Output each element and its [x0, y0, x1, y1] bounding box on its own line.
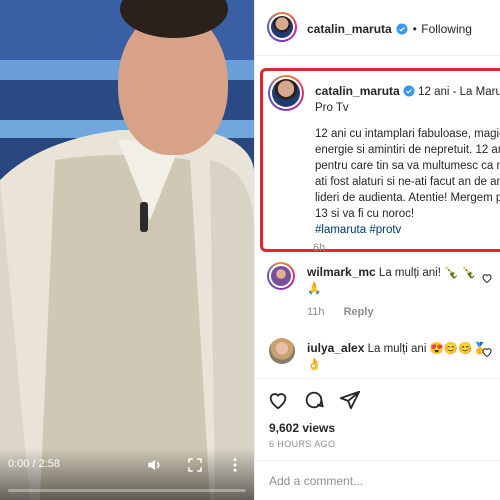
comment-icon[interactable] — [303, 389, 325, 411]
share-icon[interactable] — [339, 389, 361, 411]
video-controls: 0:00 / 2:58 — [0, 448, 254, 500]
post-time: 6 HOURS AGO — [269, 439, 336, 449]
video-player[interactable]: 0:00 / 2:58 — [0, 0, 254, 500]
verified-icon — [403, 85, 415, 97]
author-avatar — [271, 16, 293, 38]
views-count: 9,602 views — [269, 421, 336, 435]
following-button[interactable]: Following — [421, 22, 472, 36]
caption-body: 12 ani cu intamplari fabuloase, magie, e… — [315, 128, 500, 236]
caption-hashtags[interactable]: #lamaruta #protv — [315, 224, 401, 236]
post-side-panel: catalin_maruta • Following catalin_marut… — [254, 0, 500, 500]
reply-button[interactable]: Reply — [344, 306, 374, 318]
author-username[interactable]: catalin_maruta — [307, 22, 392, 36]
caption-timestamp: 6h — [313, 242, 326, 254]
comment-avatar-ring[interactable] — [267, 262, 295, 290]
instagram-post-modal: 0:00 / 2:58 catalin_maruta • Following c… — [0, 0, 500, 500]
caption-avatar — [272, 79, 300, 107]
heart-icon[interactable] — [267, 389, 289, 411]
comment-author[interactable]: iulya_alex — [307, 341, 364, 355]
caption-avatar-ring[interactable] — [268, 75, 304, 111]
comment-like-heart-icon[interactable] — [481, 272, 493, 284]
comment-body: wilmark_mc La mulți ani! 🍾 🍾 🙏 — [307, 265, 476, 295]
comment-avatar[interactable] — [269, 338, 295, 364]
post-header: catalin_maruta • Following — [255, 0, 500, 56]
add-comment-input[interactable] — [269, 474, 489, 488]
video-time: 0:00 / 2:58 — [8, 458, 61, 470]
add-comment-bar — [255, 460, 500, 500]
comment-author[interactable]: wilmark_mc — [307, 265, 376, 279]
header-separator: • — [412, 22, 417, 36]
caption-highlight-box: catalin_maruta 12 ani - La Maruta Pro Tv… — [260, 68, 500, 252]
verified-icon — [396, 23, 408, 35]
comment-timestamp: 11h — [307, 306, 325, 318]
video-progress-bar[interactable] — [8, 489, 246, 492]
comment-like-heart-icon[interactable] — [481, 346, 493, 358]
fullscreen-icon[interactable] — [186, 456, 204, 474]
comment-meta: 11h Reply — [307, 306, 374, 318]
more-options-icon[interactable] — [226, 456, 244, 474]
comment-avatar — [271, 266, 291, 286]
post-header-line: catalin_maruta • Following — [307, 20, 472, 38]
caption-meta-line: catalin_maruta 12 ani - La Maruta Pro Tv — [315, 83, 500, 116]
volume-icon[interactable] — [146, 456, 164, 474]
author-avatar-ring[interactable] — [267, 12, 297, 42]
presenter-figure — [0, 130, 254, 500]
caption-author[interactable]: catalin_maruta — [315, 84, 400, 98]
comment-body: iulya_alex La mulți ani 😍😊😊🥇👌 — [307, 341, 487, 371]
